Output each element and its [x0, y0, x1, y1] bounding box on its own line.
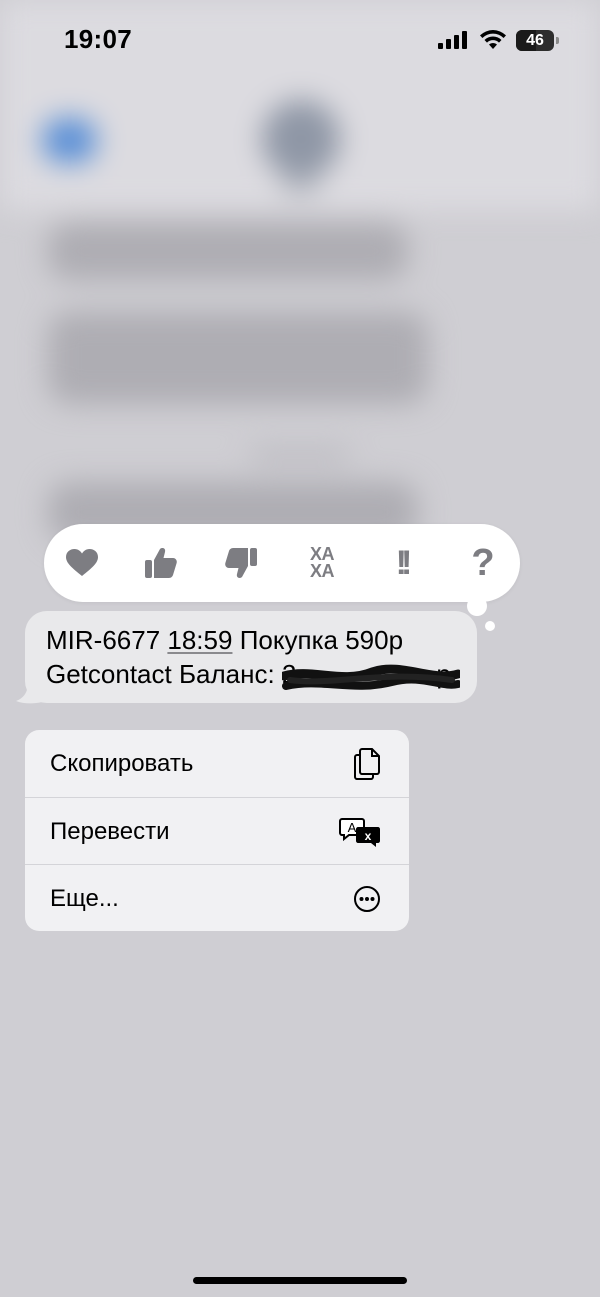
- exclamation-icon: !!: [395, 543, 412, 582]
- context-menu: Скопировать Перевести A x Еще...: [25, 730, 409, 931]
- menu-item-label: Перевести: [50, 818, 170, 845]
- wifi-icon: [480, 30, 506, 49]
- tapback-reaction-bar: ХА ХА !! ?: [44, 524, 520, 602]
- blurred-avatar: [262, 100, 340, 178]
- message-sender-code: MIR-6677: [46, 625, 161, 655]
- cellular-signal-icon: [438, 31, 468, 49]
- status-bar-time: 19:07: [64, 24, 132, 54]
- blurred-message-bubble: [48, 222, 408, 280]
- reaction-thumbs-up[interactable]: [129, 524, 193, 602]
- menu-item-label: Скопировать: [50, 750, 194, 777]
- menu-item-more[interactable]: Еще...: [25, 864, 409, 931]
- home-indicator[interactable]: [193, 1277, 407, 1284]
- message-balance-text: Getcontact Баланс: 2: [46, 659, 297, 689]
- more-icon: [354, 885, 380, 912]
- menu-item-translate[interactable]: Перевести A x: [25, 797, 409, 865]
- blurred-back-button: [42, 118, 97, 163]
- reaction-thumbs-down[interactable]: [209, 524, 273, 602]
- redaction-scribble: [282, 664, 460, 690]
- battery-icon: 46: [516, 30, 560, 51]
- tapback-bubble-dot: [467, 596, 487, 616]
- thumbs-up-icon: [145, 548, 177, 578]
- blurred-contact-name: [280, 180, 320, 192]
- haha-icon: ХА ХА: [309, 544, 335, 581]
- svg-text:x: x: [365, 829, 372, 843]
- message-purchase-text: Покупка 590р: [239, 625, 404, 655]
- blurred-timestamp: [250, 448, 350, 462]
- reaction-question[interactable]: ?: [451, 524, 515, 602]
- battery-percentage: 46: [526, 32, 544, 49]
- message-time-link[interactable]: 18:59: [167, 625, 232, 655]
- translate-icon: A x: [339, 817, 380, 847]
- thumbs-down-icon: [225, 548, 257, 578]
- reaction-emphasize[interactable]: !!: [369, 524, 433, 602]
- menu-item-copy[interactable]: Скопировать: [25, 730, 409, 797]
- menu-item-label: Еще...: [50, 885, 119, 912]
- svg-text:A: A: [348, 820, 357, 835]
- reaction-haha[interactable]: ХА ХА: [290, 524, 354, 602]
- heart-icon: [66, 549, 98, 576]
- blurred-message-bubble: [48, 312, 428, 404]
- reaction-heart[interactable]: [50, 524, 114, 602]
- question-icon: ?: [471, 541, 495, 584]
- tapback-bubble-dot: [485, 621, 495, 631]
- copy-icon: [354, 747, 380, 780]
- message-line-1: MIR-6677 18:59 Покупка 590р: [46, 624, 403, 656]
